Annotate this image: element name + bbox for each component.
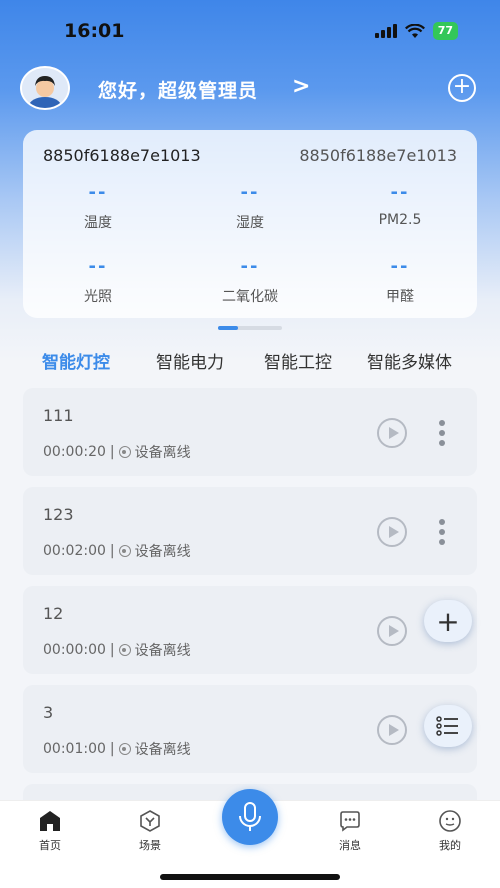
scene-duration: 00:00:20 [43,444,106,460]
sensor-card[interactable]: 8850f6188e7e1013 8850f6188e7e1013 -- 温度 … [23,130,477,318]
metric-label: 湿度 [236,215,264,231]
more-icon[interactable] [439,519,445,545]
metric-value: -- [240,256,260,277]
list-item[interactable]: 3 00:01:00 | 设备离线 [23,685,477,773]
metric-label: PM2.5 [378,212,422,228]
scene-name: 3 [43,703,54,722]
scene-name: 123 [43,505,74,524]
chevron-right-icon[interactable]: > [292,74,310,99]
metric-value: -- [88,182,108,203]
metric-label: 光照 [84,289,112,305]
tab-smart-power[interactable]: 智能电力 [156,348,224,373]
profile-icon [438,809,462,833]
scene-status: 设备离线 [134,742,191,758]
home-icon [38,809,62,833]
scene-duration: 00:02:00 [43,543,106,559]
scene-meta: 00:00:00 | 设备离线 [43,640,191,660]
avatar-icon [22,68,68,108]
metric-value: -- [240,182,260,203]
scene-list: 111 00:00:20 | 设备离线 123 00:02:00 | 设备离线 … [23,388,477,814]
metric-value: -- [390,256,410,277]
metric-co2: -- 二氧化碳 [175,256,325,306]
metric-value: -- [88,256,108,277]
scene-status: 设备离线 [134,544,191,560]
eye-icon [118,545,131,557]
mic-icon [239,802,261,831]
nav-label: 首页 [39,839,61,852]
scene-meta: 00:01:00 | 设备离线 [43,739,191,759]
nav-mine[interactable]: 我的 [420,809,480,853]
page-indicator-active [218,326,238,330]
voice-button[interactable] [222,789,278,845]
signal-icon [374,24,397,38]
scene-duration: 00:01:00 [43,741,106,757]
play-icon[interactable] [377,715,407,745]
greeting-text[interactable]: 您好，超级管理员 [98,76,258,103]
avatar[interactable] [20,66,70,110]
scene-status: 设备离线 [134,643,191,659]
separator: | [109,741,115,757]
play-icon[interactable] [377,616,407,646]
eye-icon [118,743,131,755]
more-icon[interactable] [439,420,445,446]
scene-name: 12 [43,604,64,623]
nav-home[interactable]: 首页 [20,809,80,853]
nav-scene[interactable]: 场景 [120,809,180,853]
play-icon[interactable] [377,418,407,448]
list-item[interactable]: 123 00:02:00 | 设备离线 [23,487,477,575]
metric-label: 二氧化碳 [222,289,278,305]
metric-light: -- 光照 [23,256,173,306]
nav-label: 消息 [339,839,361,852]
scene-status: 设备离线 [134,445,191,461]
message-icon [338,809,362,833]
header: 您好，超级管理员 > + [20,66,480,110]
metric-label: 甲醛 [386,289,414,305]
status-bar: 16:01 77 [0,0,500,60]
metric-temperature: -- 温度 [23,182,173,232]
list-icon[interactable] [424,705,472,747]
metric-pm25: -- PM2.5 [325,182,475,228]
separator: | [109,444,115,460]
tab-smart-industrial[interactable]: 智能工控 [264,348,332,373]
metric-humidity: -- 湿度 [175,182,325,232]
separator: | [109,543,115,559]
device-id-left: 8850f6188e7e1013 [43,146,201,165]
category-tabs: 智能灯控 智能电力 智能工控 智能多媒体 [0,348,500,378]
scene-name: 111 [43,406,74,425]
device-id-right: 8850f6188e7e1013 [299,146,457,165]
eye-icon [118,644,131,656]
metric-value: -- [390,182,410,203]
nav-label: 场景 [139,839,161,852]
status-time: 16:01 [64,20,125,42]
battery-icon: 77 [432,22,458,40]
page-indicator [218,326,282,330]
scene-duration: 00:00:00 [43,642,106,658]
play-icon[interactable] [377,517,407,547]
eye-icon [118,446,131,458]
list-item[interactable]: 12 00:00:00 | 设备离线 [23,586,477,674]
home-indicator [160,874,340,880]
tab-smart-multimedia[interactable]: 智能多媒体 [367,348,452,373]
scene-meta: 00:02:00 | 设备离线 [43,541,191,561]
add-circle-icon[interactable]: + [448,74,476,102]
nav-label: 我的 [439,839,461,852]
scene-meta: 00:00:20 | 设备离线 [43,442,191,462]
metric-formaldehyde: -- 甲醛 [325,256,475,306]
wifi-icon [404,23,425,38]
scene-icon [138,809,162,833]
separator: | [109,642,115,658]
tab-smart-lighting[interactable]: 智能灯控 [42,348,110,373]
add-scene-button[interactable]: + [424,600,472,642]
list-item[interactable]: 111 00:00:20 | 设备离线 [23,388,477,476]
status-icons: 77 [374,22,458,40]
metric-label: 温度 [84,215,112,231]
nav-messages[interactable]: 消息 [320,809,380,853]
